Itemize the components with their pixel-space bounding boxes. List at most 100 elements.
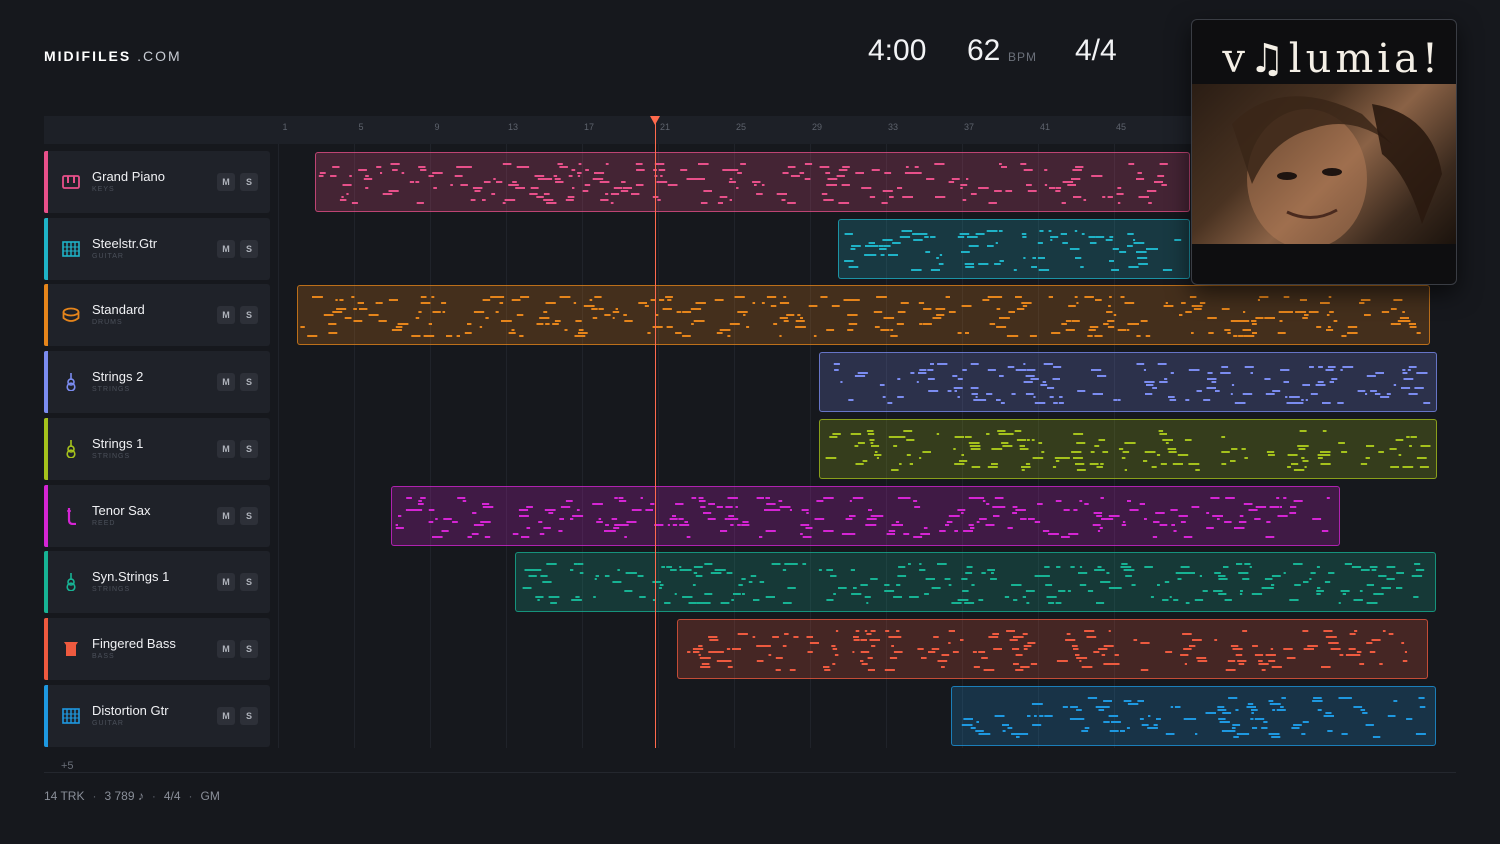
midi-clip[interactable] (951, 686, 1436, 746)
timeline-ruler[interactable]: 1 5 9 13 17 21 25 29 33 37 41 45 (44, 116, 1194, 144)
track-header[interactable]: Steelstr.Gtr GUITAR M S (44, 218, 270, 280)
midi-note (948, 630, 955, 632)
midi-note (1265, 654, 1276, 656)
midi-note (938, 263, 944, 265)
more-tracks-indicator[interactable]: +5 (61, 760, 74, 772)
mute-button[interactable]: M (217, 507, 235, 525)
midi-note (1052, 378, 1060, 380)
midi-note (957, 378, 963, 380)
midi-clip[interactable] (297, 285, 1430, 345)
solo-button[interactable]: S (240, 306, 258, 324)
solo-button[interactable]: S (240, 640, 258, 658)
solo-button[interactable]: S (240, 573, 258, 591)
midi-note (1103, 663, 1112, 665)
midi-note (442, 311, 446, 313)
mute-button[interactable]: M (217, 373, 235, 391)
midi-note (1362, 712, 1368, 714)
midi-note (473, 524, 484, 526)
midi-note (987, 569, 995, 571)
midi-note (1347, 332, 1358, 334)
midi-note (1103, 700, 1112, 702)
midi-note (971, 393, 978, 395)
midi-note (930, 269, 940, 271)
mute-button[interactable]: M (217, 173, 235, 191)
midi-note (585, 169, 589, 171)
playhead[interactable] (655, 122, 656, 748)
midi-note (1338, 697, 1348, 699)
midi-clip[interactable] (391, 486, 1340, 546)
midi-note (695, 575, 703, 577)
midi-note (658, 169, 666, 171)
solo-button[interactable]: S (240, 173, 258, 191)
note-count: 3 789 ♪ (104, 789, 144, 803)
solo-button[interactable]: S (240, 707, 258, 725)
midi-clip[interactable] (677, 619, 1428, 679)
footer-time-signature: 4/4 (163, 789, 181, 803)
midi-note (550, 202, 557, 204)
midi-note (957, 509, 966, 511)
midi-note (835, 630, 839, 632)
midi-note (1254, 654, 1264, 656)
midi-note (1231, 727, 1236, 729)
midi-clip[interactable] (515, 552, 1436, 612)
midi-note (994, 497, 1004, 499)
mute-button[interactable]: M (217, 640, 235, 658)
midi-note (857, 372, 862, 374)
track-header[interactable]: Grand Piano KEYS M S (44, 151, 270, 213)
midi-note (1191, 369, 1200, 371)
midi-note (766, 296, 777, 298)
midi-note (1414, 563, 1421, 565)
mute-button[interactable]: M (217, 306, 235, 324)
mute-button[interactable]: M (217, 707, 235, 725)
midi-note (344, 317, 352, 319)
midi-note (626, 521, 637, 523)
midi-note (1221, 451, 1230, 453)
midi-note (382, 193, 393, 195)
midi-clip[interactable] (819, 352, 1437, 412)
midi-note (1062, 242, 1068, 244)
midi-note (782, 645, 787, 647)
midi-note (1276, 497, 1280, 499)
track-header[interactable]: Standard DRUMS M S (44, 284, 270, 346)
midi-note (1049, 396, 1054, 398)
solo-button[interactable]: S (240, 440, 258, 458)
midi-note (779, 317, 788, 319)
track-header[interactable]: Fingered Bass BASS M S (44, 618, 270, 680)
track-header[interactable]: Tenor Sax REED M S (44, 485, 270, 547)
midi-note (879, 384, 885, 386)
midi-note (752, 302, 756, 304)
track-header[interactable]: Strings 2 STRINGS M S (44, 351, 270, 413)
midi-note (1318, 366, 1323, 368)
midi-note (897, 311, 906, 313)
midi-clip[interactable] (819, 419, 1437, 479)
midi-note (737, 524, 741, 526)
midi-clip[interactable] (838, 219, 1190, 279)
mute-button[interactable]: M (217, 573, 235, 591)
midi-note (860, 639, 867, 641)
midi-note (1277, 332, 1286, 334)
midi-note (991, 463, 998, 465)
midi-note (482, 299, 491, 301)
midi-note (882, 190, 893, 192)
midi-note (1416, 372, 1419, 374)
midi-note (888, 636, 898, 638)
track-header[interactable]: Distortion Gtr GUITAR M S (44, 685, 270, 747)
track-name: Strings 1 (92, 436, 144, 451)
track-header[interactable]: Strings 1 STRINGS M S (44, 418, 270, 480)
track-header[interactable]: Syn.Strings 1 STRINGS M S (44, 551, 270, 613)
midi-note (1239, 320, 1250, 322)
midi-note (1252, 645, 1258, 647)
mute-button[interactable]: M (217, 440, 235, 458)
site-logo[interactable]: MIDIFILES .COM (44, 48, 182, 64)
solo-button[interactable]: S (240, 507, 258, 525)
midi-note (312, 296, 323, 298)
midi-note (529, 193, 538, 195)
mute-button[interactable]: M (217, 240, 235, 258)
midi-note (741, 524, 750, 526)
solo-button[interactable]: S (240, 373, 258, 391)
playhead-marker[interactable] (650, 116, 660, 125)
solo-button[interactable]: S (240, 240, 258, 258)
midi-note (1116, 193, 1124, 195)
midi-clip[interactable] (315, 152, 1190, 212)
midi-note (392, 169, 398, 171)
